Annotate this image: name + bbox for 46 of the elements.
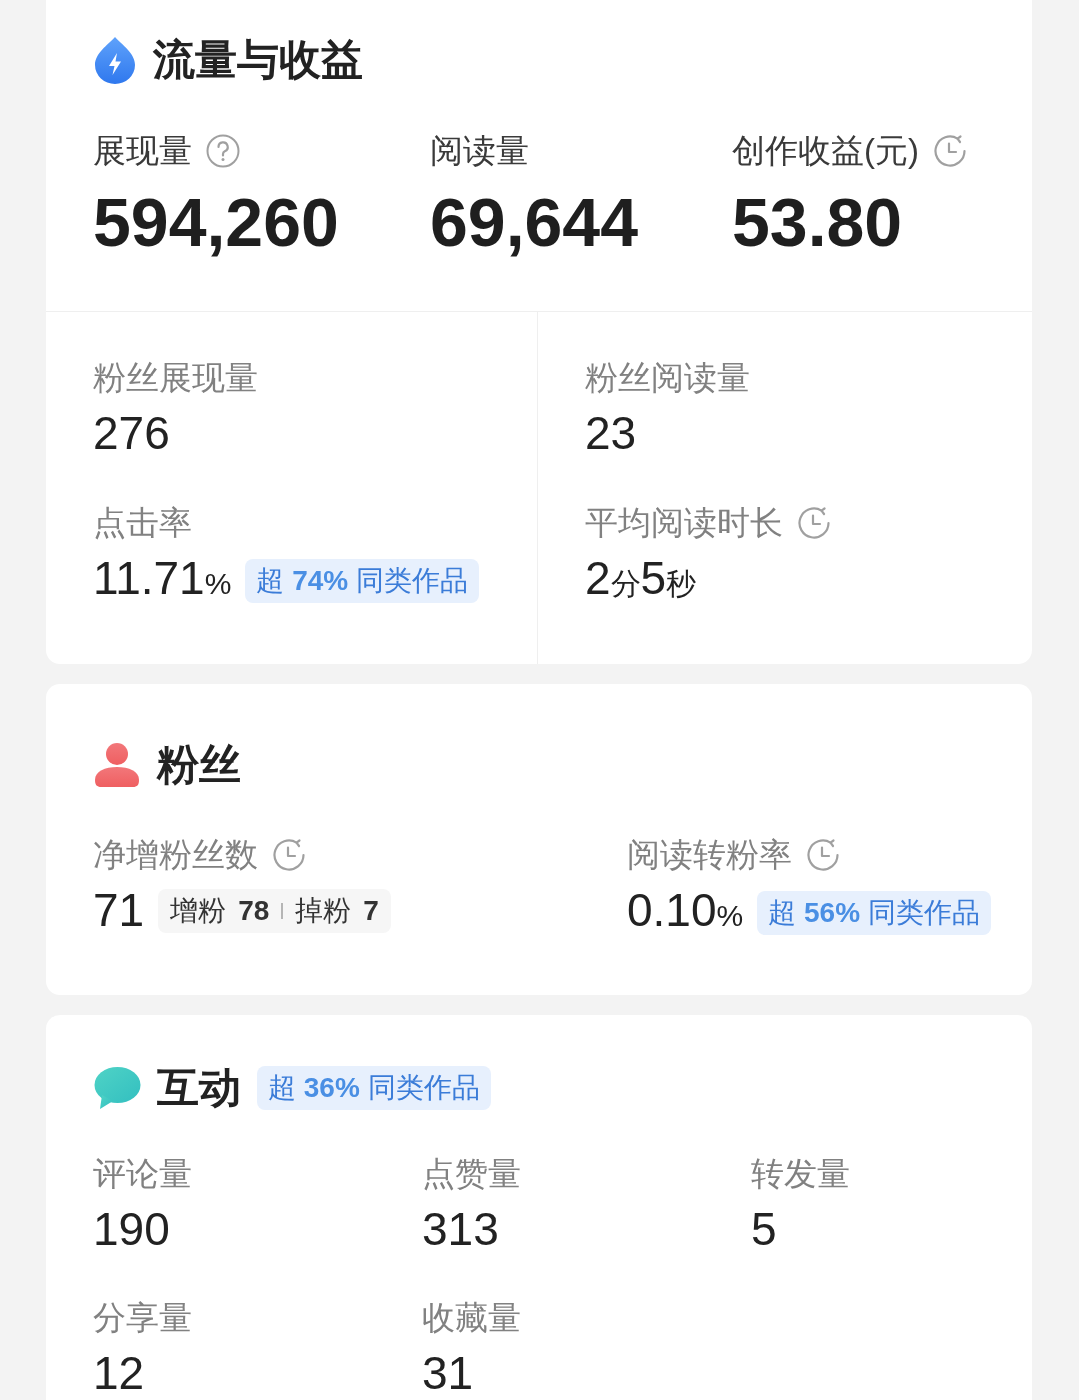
speech-bubble-icon [93, 1066, 141, 1110]
metric-label: 平均阅读时长 [585, 503, 783, 543]
metric-value: 0.10% [627, 883, 744, 938]
comparison-badge: 超 56% 同类作品 [757, 891, 991, 935]
metric-label: 阅读转粉率 [627, 835, 792, 875]
metric-label: 粉丝展现量 [93, 358, 258, 398]
metric-value: 276 [93, 406, 170, 461]
metric-value: 23 [585, 406, 637, 461]
metric-value: 2分5秒 [585, 551, 697, 606]
clock-icon[interactable] [933, 133, 967, 168]
metric-label: 点赞量 [422, 1154, 521, 1194]
lightning-drop-icon [93, 36, 137, 84]
metric-label: 创作收益(元) [732, 131, 919, 171]
change-label: 掉粉 [295, 893, 352, 928]
metric-label: 评论量 [93, 1154, 192, 1194]
metric-value: 12 [93, 1346, 145, 1400]
metric-label: 转发量 [751, 1154, 850, 1194]
help-icon[interactable] [206, 133, 240, 168]
metric-value: 190 [93, 1202, 170, 1257]
comparison-badge: 超 74% 同类作品 [245, 559, 479, 603]
headline-value: 53.80 [732, 185, 904, 260]
metric-value: 71 [93, 883, 145, 938]
metric-value: 31 [422, 1346, 474, 1400]
metric-label: 展现量 [93, 131, 192, 171]
metric-label: 分享量 [93, 1298, 192, 1338]
metric-value: 5 [751, 1202, 777, 1257]
metric-label: 阅读量 [430, 131, 529, 171]
headline-value: 69,644 [430, 185, 639, 260]
section-title: 粉丝 [157, 740, 241, 790]
clock-icon[interactable] [806, 837, 840, 872]
section-title: 流量与收益 [153, 35, 363, 85]
change-value: 78 [238, 894, 270, 927]
metric-label: 粉丝阅读量 [585, 358, 750, 398]
metric-value: 313 [422, 1202, 499, 1257]
clock-icon[interactable] [272, 837, 306, 872]
clock-icon[interactable] [797, 505, 831, 540]
metric-label: 净增粉丝数 [93, 835, 258, 875]
change-label: 增粉 [170, 893, 227, 928]
metric-value: 11.71% [93, 551, 232, 606]
comparison-badge: 超 36% 同类作品 [257, 1066, 491, 1110]
headline-value: 594,260 [93, 185, 340, 260]
metric-label: 点击率 [93, 503, 192, 543]
change-value: 7 [363, 894, 379, 927]
person-icon [93, 742, 141, 788]
section-title: 互动 [157, 1063, 241, 1113]
metric-label: 收藏量 [422, 1298, 521, 1338]
